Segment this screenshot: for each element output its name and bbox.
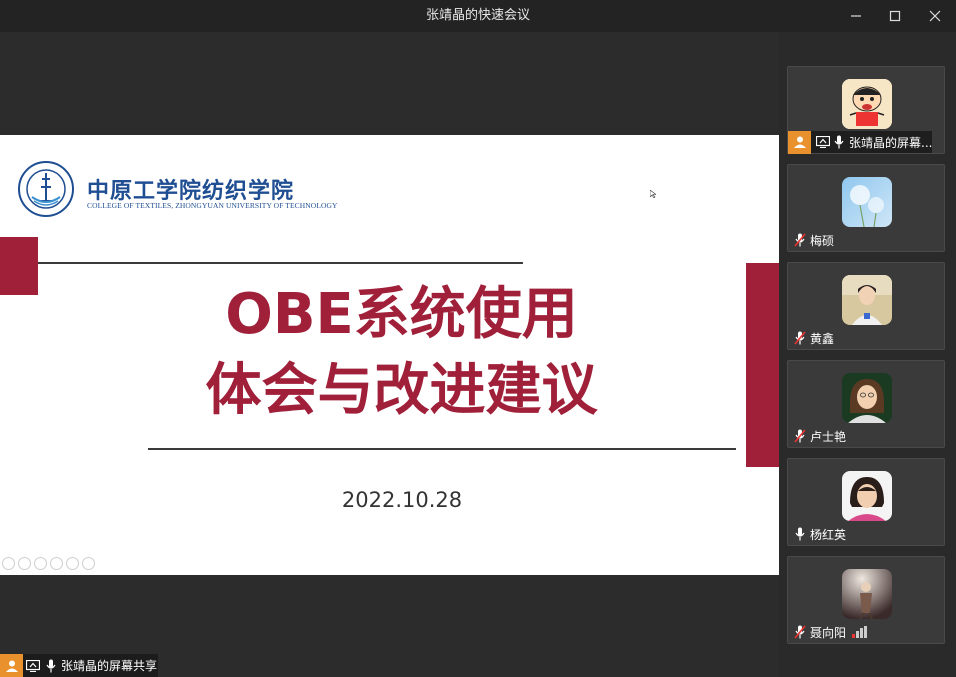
previous-slide-icon[interactable] bbox=[2, 557, 15, 570]
shared-screen-area[interactable]: 中原工学院纺织学院 COLLEGE OF TEXTILES, ZHONGYUAN… bbox=[0, 32, 779, 677]
photo-avatar bbox=[842, 373, 892, 423]
participant-tile[interactable]: 黄鑫 bbox=[787, 262, 945, 350]
pages-icon[interactable] bbox=[50, 557, 63, 570]
title-bar: 张靖晶的快速会议 bbox=[0, 0, 956, 32]
participant-tile[interactable]: 梅硕 bbox=[787, 164, 945, 252]
divider-line bbox=[38, 262, 523, 264]
participant-nameplate: 黄鑫 bbox=[788, 327, 834, 349]
slide-title-line2: 体会与改进建议 bbox=[0, 359, 779, 423]
more-options-icon[interactable] bbox=[82, 557, 95, 570]
zoom-icon[interactable] bbox=[66, 557, 79, 570]
pen-tool-icon[interactable] bbox=[34, 557, 47, 570]
microphone-icon bbox=[831, 134, 847, 150]
close-icon bbox=[929, 10, 941, 22]
slide-date: 2022.10.28 bbox=[341, 488, 463, 512]
slide-title-line2-text: 体会与改进建议 bbox=[205, 358, 598, 423]
participant-nameplate: 聂向阳 bbox=[788, 621, 868, 643]
microphone-muted-icon bbox=[792, 624, 808, 640]
microphone-icon bbox=[792, 526, 808, 542]
slide-title-line1-text: OBE系统使用 bbox=[225, 282, 578, 347]
user-icon bbox=[793, 136, 806, 148]
university-emblem-icon bbox=[18, 161, 74, 217]
next-slide-icon[interactable] bbox=[18, 557, 31, 570]
participant-tile[interactable]: 杨红英 bbox=[787, 458, 945, 546]
participant-nameplate: 梅硕 bbox=[788, 229, 834, 251]
participant-nameplate: 卢士艳 bbox=[788, 425, 846, 447]
host-badge bbox=[788, 130, 811, 154]
screen-share-icon bbox=[815, 134, 831, 150]
microphone-muted-icon bbox=[792, 232, 808, 248]
participant-nameplate: 张靖晶的屏幕... bbox=[788, 130, 933, 154]
screen-share-icon bbox=[25, 658, 41, 674]
photo-avatar bbox=[842, 569, 892, 619]
participant-name: 聂向阳 bbox=[810, 625, 847, 640]
window-title: 张靖晶的快速会议 bbox=[425, 8, 530, 23]
presenter-bar: 张靖晶的屏幕共享 bbox=[0, 654, 158, 677]
participant-name: 杨红英 bbox=[810, 527, 847, 542]
minimize-icon bbox=[851, 15, 861, 17]
participant-tile[interactable]: 卢士艳 bbox=[787, 360, 945, 448]
participant-nameplate: 杨红英 bbox=[788, 523, 846, 545]
network-signal-icon bbox=[852, 626, 868, 638]
maximize-icon bbox=[889, 10, 901, 22]
cartoon-avatar bbox=[842, 79, 892, 129]
user-icon bbox=[5, 660, 18, 672]
microphone-muted-icon bbox=[792, 330, 808, 346]
participant-name: 黄鑫 bbox=[810, 331, 835, 346]
divider-line bbox=[148, 448, 736, 450]
photo-avatar bbox=[842, 471, 892, 521]
photo-avatar bbox=[842, 275, 892, 325]
microphone-muted-icon bbox=[792, 428, 808, 444]
participant-name: 张靖晶的屏幕... bbox=[849, 135, 933, 150]
presenter-label: 张靖晶的屏幕共享 bbox=[61, 659, 158, 673]
participant-sidebar: 张靖晶的屏幕... 梅硕 黄鑫 卢士艳 杨红英 聂向阳 bbox=[779, 32, 956, 677]
logo-english-text: COLLEGE OF TEXTILES, ZHONGYUAN UNIVERSIT… bbox=[87, 201, 338, 210]
microphone-icon bbox=[43, 658, 59, 674]
slide-toolbar bbox=[2, 557, 95, 573]
host-badge bbox=[0, 654, 23, 677]
presentation-slide: 中原工学院纺织学院 COLLEGE OF TEXTILES, ZHONGYUAN… bbox=[0, 135, 779, 575]
minimize-button[interactable] bbox=[846, 6, 866, 26]
slide-title-line1: OBE系统使用 bbox=[0, 283, 779, 347]
participant-tile[interactable]: 聂向阳 bbox=[787, 556, 945, 644]
close-button[interactable] bbox=[925, 6, 945, 26]
maximize-button[interactable] bbox=[885, 6, 905, 26]
mouse-cursor-icon bbox=[650, 190, 656, 198]
participant-tile[interactable]: 张靖晶的屏幕... bbox=[787, 66, 945, 154]
dandelion-avatar bbox=[842, 177, 892, 227]
participant-name: 梅硕 bbox=[810, 233, 835, 248]
participant-name: 卢士艳 bbox=[810, 429, 847, 444]
